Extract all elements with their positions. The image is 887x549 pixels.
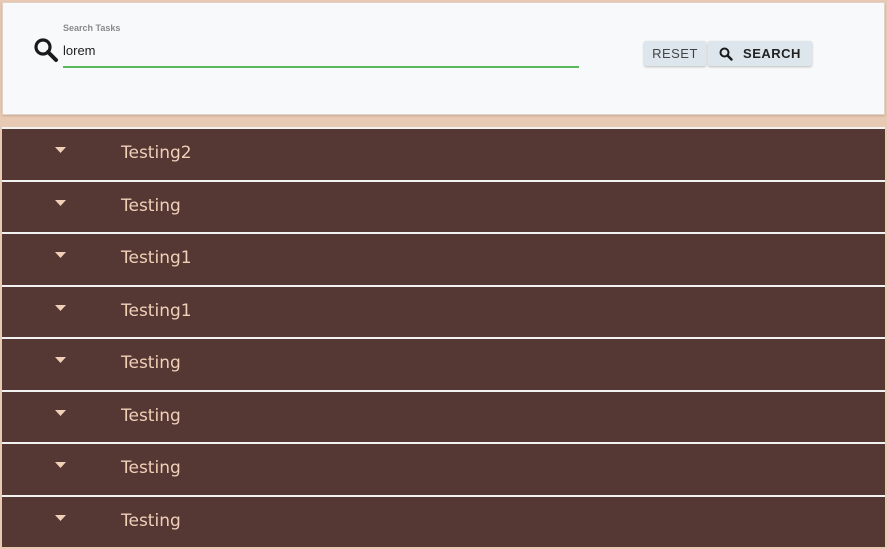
task-row[interactable]: Testing — [2, 494, 885, 547]
reset-button-label: RESET — [652, 46, 698, 61]
task-row[interactable]: Testing — [2, 179, 885, 232]
caret-down-icon[interactable] — [55, 147, 66, 154]
search-button[interactable]: SEARCH — [708, 41, 812, 66]
task-row[interactable]: Testing1 — [2, 284, 885, 337]
task-row[interactable]: Testing — [2, 389, 885, 442]
caret-down-icon[interactable] — [55, 357, 66, 364]
reset-button[interactable]: RESET — [644, 41, 706, 66]
task-title: Testing — [121, 458, 181, 478]
task-title: Testing — [121, 195, 181, 216]
caret-down-icon[interactable] — [55, 409, 66, 417]
search-icon — [34, 38, 58, 62]
caret-down-icon[interactable] — [55, 199, 66, 207]
caret-down-icon[interactable] — [55, 252, 66, 259]
search-input[interactable] — [63, 40, 579, 68]
task-title: Testing — [121, 353, 181, 373]
task-row[interactable]: Testing1 — [2, 232, 885, 285]
task-row[interactable]: Testing — [2, 442, 885, 495]
search-button-label: SEARCH — [743, 46, 801, 61]
task-title: Testing — [121, 510, 181, 531]
caret-down-icon[interactable] — [55, 462, 66, 469]
caret-down-icon[interactable] — [55, 514, 66, 522]
task-title: Testing2 — [121, 143, 192, 163]
task-list: Testing2 Testing Testing1 Testing1 Testi… — [2, 127, 885, 549]
caret-down-icon[interactable] — [55, 304, 66, 312]
task-row[interactable]: Testing — [2, 337, 885, 390]
search-panel: Search Tasks RESET SEARCH — [2, 2, 885, 115]
search-label: Search Tasks — [63, 23, 121, 33]
task-title: Testing — [121, 405, 181, 426]
task-title: Testing1 — [121, 300, 192, 321]
task-title: Testing1 — [121, 248, 192, 268]
search-icon — [719, 47, 733, 61]
task-row[interactable]: Testing2 — [2, 127, 885, 180]
